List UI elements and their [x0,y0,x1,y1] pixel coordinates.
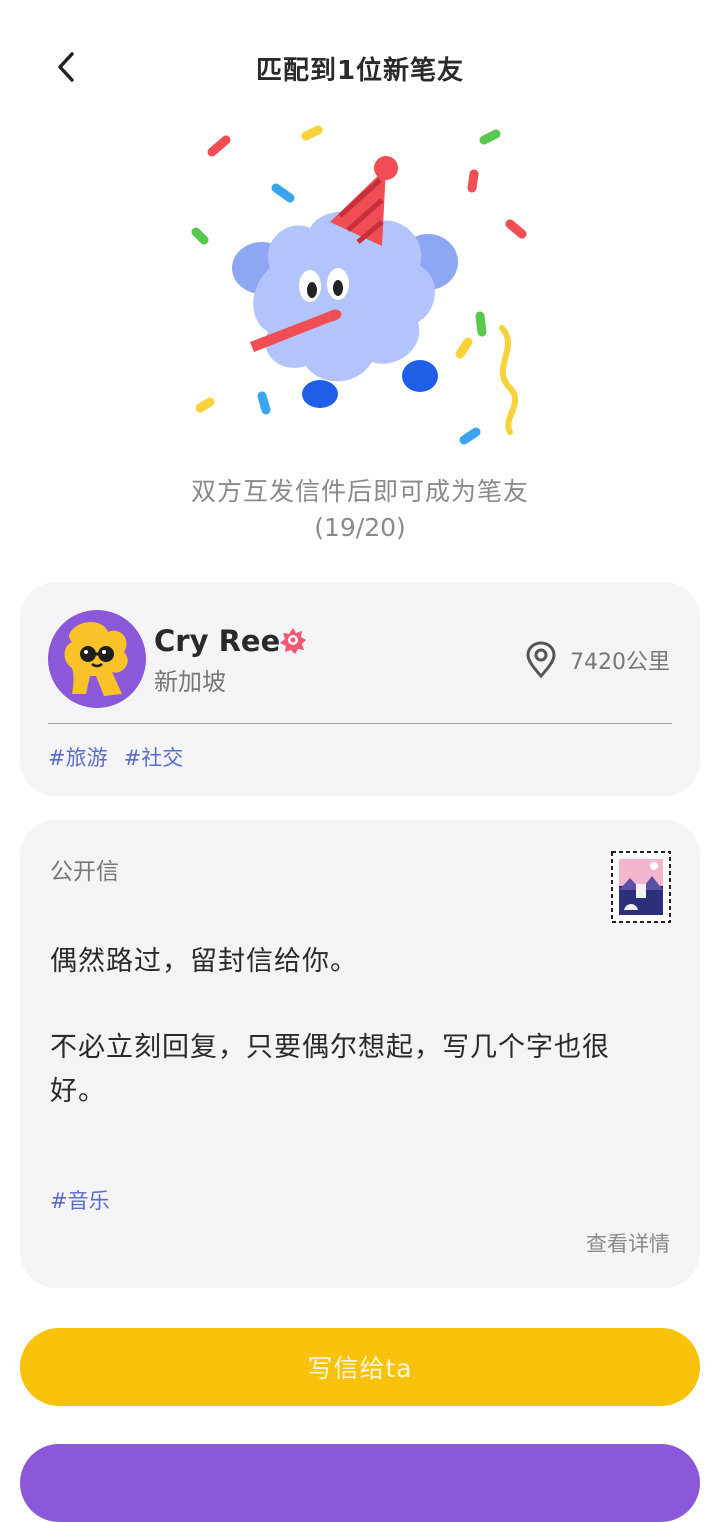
page-title: 匹配到1位新笔友 [255,56,465,86]
distance-text: 7420公里 [570,650,670,675]
profile-tag[interactable]: #社交 [124,742,184,772]
profile-tag[interactable]: #旅游 [48,742,108,772]
distance-info: 7420公里 [524,640,670,680]
letter-label: 公开信 [50,859,119,885]
profile-city: 新加坡 [154,668,226,696]
location-pin-icon [526,641,556,679]
secondary-action-button[interactable] [20,1444,700,1522]
header: 匹配到1位新笔友 [0,0,720,136]
verified-badge-icon [278,626,308,656]
celebration-illustration [180,118,540,458]
divider [48,723,672,724]
stamp-icon[interactable] [610,850,672,924]
letter-paragraph: 偶然路过，留封信给你。 [50,946,358,977]
open-letter-card[interactable]: 公开信 偶然路过，留封信给你。 不必立刻回复，只要偶尔想起，写几个字也很好。 #… [20,820,700,1288]
match-hint-text: 双方互发信件后即可成为笔友 [190,477,529,506]
letter-paragraph: 不必立刻回复，只要偶尔想起，写几个字也很好。 [50,1032,610,1107]
view-details-link[interactable]: 查看详情 [586,1228,670,1258]
write-letter-button[interactable]: 写信给ta [20,1328,700,1406]
profile-card[interactable]: Cry Ree 新加坡 7420公里 #旅游 #社交 [20,582,700,796]
letter-body: 偶然路过，留封信给你。 不必立刻回复，只要偶尔想起，写几个字也很好。 [50,940,660,1156]
match-count: (19/20) [314,513,406,542]
avatar[interactable] [48,610,146,708]
letter-tag[interactable]: #音乐 [50,1185,110,1215]
profile-name: Cry Ree [154,624,281,658]
profile-tags: #旅游 #社交 [48,742,183,772]
